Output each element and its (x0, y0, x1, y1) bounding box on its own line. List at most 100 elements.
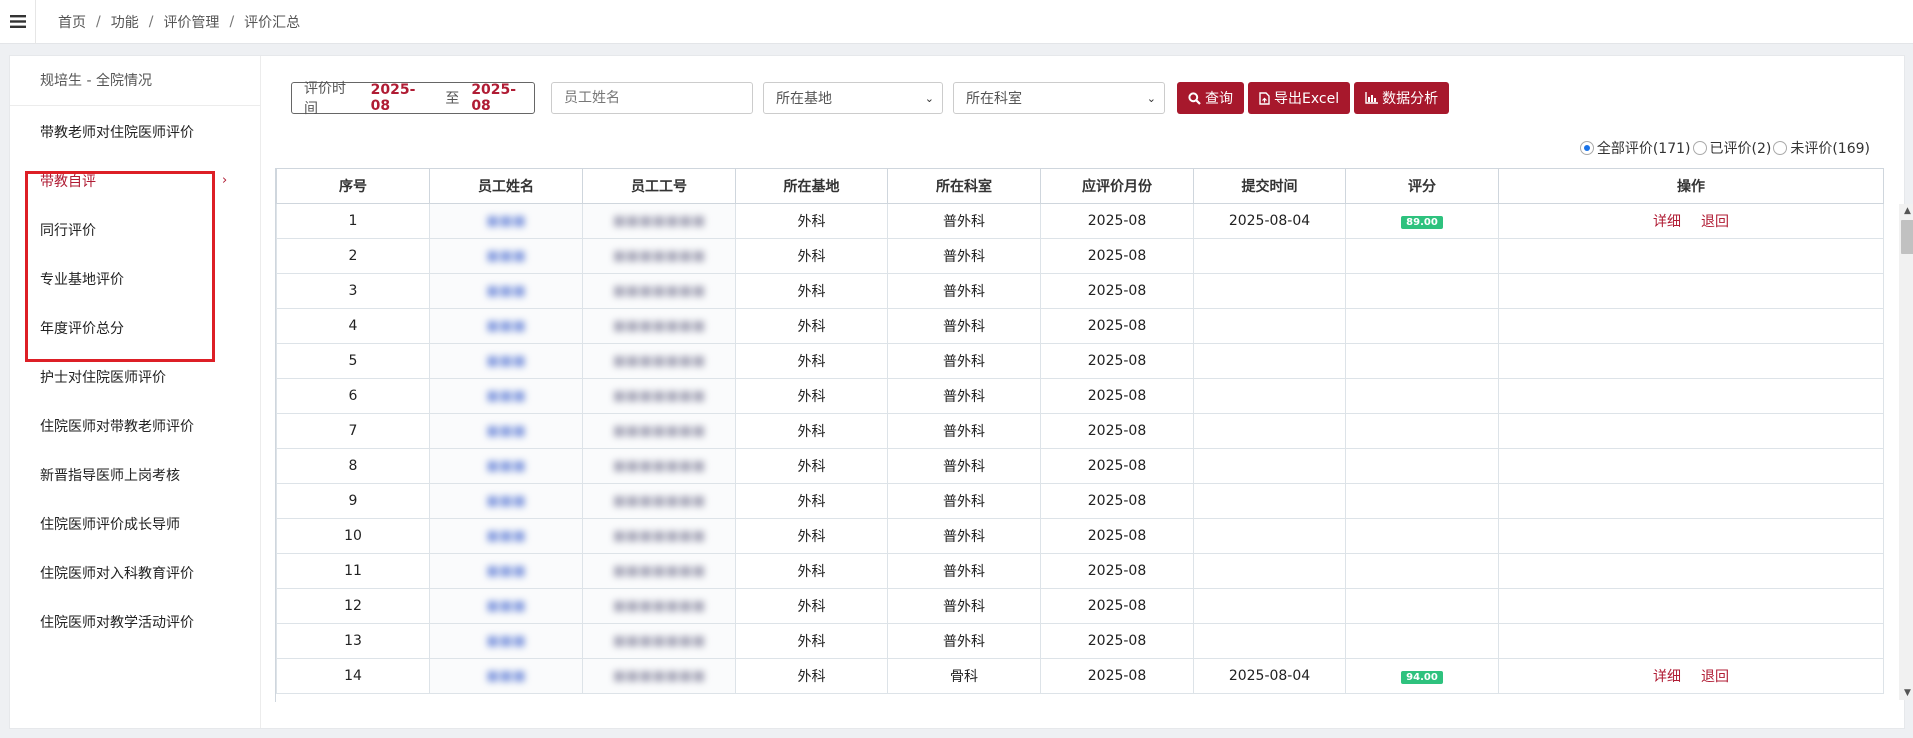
evaluation-table-container: 序号 员工姓名 员工工号 所在基地 所在科室 应评价月份 提交时间 评分 操作 … (275, 168, 1899, 702)
cell-score (1345, 378, 1499, 414)
cell-employee-id-value: ■■■■■■■ (612, 528, 706, 544)
score-badge: 94.00 (1401, 671, 1443, 684)
sidebar-item-teacher-to-resident[interactable]: 带教老师对住院医师评价 (10, 107, 260, 156)
radio-all-evaluations[interactable]: 全部评价(171) (1579, 138, 1691, 158)
cell-name-value: ■■■ (486, 213, 526, 229)
table-row: 11 ■■■ ■■■■■■■ 外科 普外科 2025-08 (276, 553, 1884, 589)
sidebar-item-growth-mentor-eval[interactable]: 住院医师评价成长导师 (10, 499, 260, 548)
sidebar-item-nurse-to-resident[interactable]: 护士对住院医师评价 (10, 352, 260, 401)
cell-name: ■■■ (429, 378, 583, 414)
return-link[interactable]: 退回 (1701, 669, 1729, 685)
cell-name-value: ■■■ (486, 283, 526, 299)
cell-score (1345, 238, 1499, 274)
cell-employee-id: ■■■■■■■ (582, 203, 736, 239)
query-button[interactable]: 查询 (1177, 82, 1244, 114)
detail-link[interactable]: 详细 (1653, 669, 1681, 685)
hamburger-menu-icon[interactable] (0, 0, 36, 44)
cell-employee-id: ■■■■■■■ (582, 378, 736, 414)
col-header-submit-time: 提交时间 (1193, 168, 1346, 204)
cell-submit-time (1193, 623, 1346, 659)
cell-employee-id: ■■■■■■■ (582, 308, 736, 344)
cell-employee-id-value: ■■■■■■■ (612, 563, 706, 579)
cell-employee-id: ■■■■■■■ (582, 658, 736, 694)
cell-submit-time (1193, 273, 1346, 309)
cell-name-value: ■■■ (486, 563, 526, 579)
cell-base: 外科 (735, 588, 888, 624)
chevron-right-icon: › (222, 173, 228, 188)
base-select-value: 所在基地 (776, 91, 832, 107)
breadcrumb-features[interactable]: 功能 (111, 12, 139, 32)
data-analysis-button[interactable]: 数据分析 (1354, 82, 1450, 114)
cell-actions (1498, 238, 1884, 274)
cell-actions (1498, 623, 1884, 659)
cell-actions (1498, 308, 1884, 344)
cell-submit-time: 2025-08-04 (1193, 658, 1346, 694)
cell-base: 外科 (735, 553, 888, 589)
sidebar-item-new-mentor-assessment[interactable]: 新晋指导医师上岗考核 (10, 450, 260, 499)
employee-name-input[interactable] (551, 82, 753, 114)
radio-not-evaluated[interactable]: 未评价(169) (1773, 138, 1870, 158)
cell-employee-id-value: ■■■■■■■ (612, 668, 706, 684)
cell-month: 2025-08 (1040, 238, 1194, 274)
table-row: 1 ■■■ ■■■■■■■ 外科 普外科 2025-08 2025-08-04 89.00 详细… (276, 203, 1884, 239)
cell-dept: 普外科 (887, 483, 1041, 519)
main-card: 规培生 - 全院情况 带教老师对住院医师评价 带教自评 › 同行评价 专业基地评价… (9, 55, 1913, 729)
sidebar-item-base-eval[interactable]: 专业基地评价 (10, 254, 260, 303)
sidebar-item-teaching-activity-eval[interactable]: 住院医师对教学活动评价 (10, 597, 260, 646)
sidebar-item-label: 护士对住院医师评价 (40, 369, 166, 386)
cell-no: 11 (276, 553, 430, 589)
cell-employee-id-value: ■■■■■■■ (612, 213, 706, 229)
export-excel-button[interactable]: 导出Excel (1248, 82, 1351, 114)
cell-no: 7 (276, 413, 430, 449)
cell-score (1345, 273, 1499, 309)
cell-no: 5 (276, 343, 430, 379)
table-row: 5 ■■■ ■■■■■■■ 外科 普外科 2025-08 (276, 343, 1884, 379)
cell-name: ■■■ (429, 518, 583, 554)
cell-month: 2025-08 (1040, 378, 1194, 414)
sidebar-item-orientation-eval[interactable]: 住院医师对入科教育评价 (10, 548, 260, 597)
cell-actions (1498, 343, 1884, 379)
cell-month: 2025-08 (1040, 658, 1194, 694)
cell-score (1345, 483, 1499, 519)
scroll-down-arrow-icon[interactable]: ▼ (1899, 686, 1913, 700)
breadcrumb-evaluation-management[interactable]: 评价管理 (163, 12, 219, 32)
cell-score: 94.00 (1345, 658, 1499, 694)
return-link[interactable]: 退回 (1701, 214, 1729, 230)
cell-dept: 普外科 (887, 203, 1041, 239)
cell-name: ■■■ (429, 553, 583, 589)
department-select[interactable]: 所在科室 ⌄ (953, 82, 1165, 114)
date-range-picker[interactable]: 评价时间 2025-08 至 2025-08 (291, 81, 535, 117)
sidebar-item-teaching-self-eval[interactable]: 带教自评 › (10, 156, 260, 205)
cell-score (1345, 308, 1499, 344)
radio-evaluated-label: 已评价(2) (1709, 141, 1772, 157)
cell-submit-time (1193, 378, 1346, 414)
radio-evaluated[interactable]: 已评价(2) (1692, 138, 1772, 158)
cell-actions (1498, 553, 1884, 589)
cell-name: ■■■ (429, 658, 583, 694)
col-header-id: 员工工号 (582, 168, 736, 204)
cell-base: 外科 (735, 308, 888, 344)
sidebar-item-resident-to-teacher[interactable]: 住院医师对带教老师评价 (10, 401, 260, 450)
table-row: 12 ■■■ ■■■■■■■ 外科 普外科 2025-08 (276, 588, 1884, 624)
cell-submit-time (1193, 413, 1346, 449)
cell-employee-id: ■■■■■■■ (582, 553, 736, 589)
scroll-up-arrow-icon[interactable]: ▲ (1899, 204, 1913, 218)
sidebar-item-peer-eval[interactable]: 同行评价 (10, 205, 260, 254)
table-row: 14 ■■■ ■■■■■■■ 外科 骨科 2025-08 2025-08-04 94.00 详细… (276, 658, 1884, 694)
query-button-label: 查询 (1205, 91, 1233, 107)
sidebar-item-annual-total[interactable]: 年度评价总分 (10, 303, 260, 352)
cell-actions (1498, 518, 1884, 554)
table-vertical-scrollbar[interactable]: ▲ ▼ (1899, 204, 1913, 700)
cell-name-value: ■■■ (486, 248, 526, 264)
scrollbar-thumb[interactable] (1901, 220, 1913, 254)
breadcrumb-home[interactable]: 首页 (58, 12, 86, 32)
evaluation-status-radio-group: 全部评价(171) 已评价(2) 未评价(169) (1578, 138, 1870, 158)
cell-actions (1498, 273, 1884, 309)
cell-employee-id: ■■■■■■■ (582, 588, 736, 624)
detail-link[interactable]: 详细 (1653, 214, 1681, 230)
radio-selected-icon (1579, 141, 1594, 155)
base-select[interactable]: 所在基地 ⌄ (763, 82, 943, 114)
table-row: 3 ■■■ ■■■■■■■ 外科 普外科 2025-08 (276, 273, 1884, 309)
cell-no: 12 (276, 588, 430, 624)
cell-no: 1 (276, 203, 430, 239)
